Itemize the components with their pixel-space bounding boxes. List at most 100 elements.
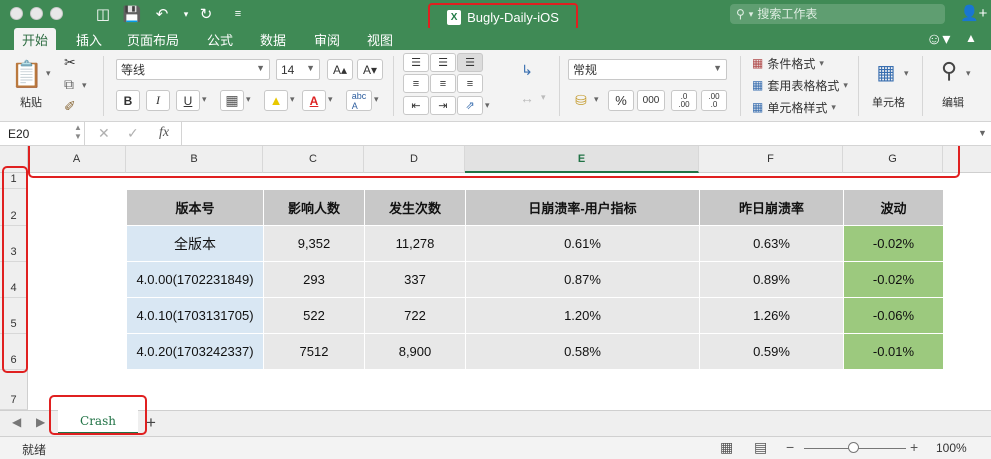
tab-formulas[interactable]: 公式 xyxy=(199,28,241,50)
cell-daily-crash-rate[interactable]: 1.20% xyxy=(465,297,700,334)
cell-yesterday-crash-rate[interactable]: 0.63% xyxy=(699,225,844,262)
tab-page-layout[interactable]: 页面布局 xyxy=(119,28,187,50)
cell-occurrences[interactable]: 8,900 xyxy=(364,333,466,370)
search-dropdown-icon[interactable]: ▾ xyxy=(749,9,754,20)
align-right-icon[interactable]: ≡ xyxy=(457,74,483,93)
zoom-slider-handle[interactable] xyxy=(848,442,859,453)
zoom-in-icon[interactable]: + xyxy=(910,439,918,455)
cells-dropdown-icon[interactable]: ▾ xyxy=(904,68,909,79)
text-orientation-icon[interactable]: ⇗ xyxy=(457,96,483,115)
cell-affected-users[interactable]: 9,352 xyxy=(263,225,365,262)
close-window-button[interactable] xyxy=(10,7,23,20)
cell-affected-users[interactable]: 7512 xyxy=(263,333,365,370)
search-sheet[interactable]: ⚲ ▾ xyxy=(730,4,945,24)
header-occurrences[interactable]: 发生次数 xyxy=(364,189,466,226)
font-color-dropdown-icon[interactable]: ▾ xyxy=(328,94,333,105)
cell-version[interactable]: 4.0.10(1703131705) xyxy=(126,297,264,334)
align-bottom-icon[interactable]: ☰ xyxy=(457,53,483,72)
save-icon[interactable]: 💾 xyxy=(122,4,142,24)
phonetic-dropdown-icon[interactable]: ▾ xyxy=(374,94,379,105)
merge-center-icon[interactable]: ↔ xyxy=(514,88,540,108)
shrink-font-button[interactable]: A▾ xyxy=(357,59,383,80)
fill-color-dropdown-icon[interactable]: ▾ xyxy=(290,94,295,105)
add-sheet-icon[interactable]: + xyxy=(146,413,156,433)
expand-formula-icon[interactable]: ▼ xyxy=(978,128,987,138)
increase-indent-icon[interactable]: ⇥ xyxy=(430,96,456,115)
cell-occurrences[interactable]: 11,278 xyxy=(364,225,466,262)
header-yesterday-crash-rate[interactable]: 昨日崩溃率 xyxy=(699,189,844,226)
accounting-dropdown-icon[interactable]: ▾ xyxy=(594,94,599,105)
feedback-smiley-icon[interactable]: ☺▾ xyxy=(926,29,950,49)
percent-style-button[interactable]: % xyxy=(608,90,634,111)
cell-fluctuation[interactable]: -0.02% xyxy=(843,261,944,298)
orientation-dropdown-icon[interactable]: ▾ xyxy=(485,100,490,111)
wrap-text-icon[interactable]: ↳ xyxy=(514,60,540,80)
cut-icon[interactable]: ✂ xyxy=(64,54,76,71)
sidebar-toggle-icon[interactable]: ◫ xyxy=(93,4,113,24)
confirm-entry-icon[interactable]: ✓ xyxy=(127,125,139,142)
borders-icon[interactable]: ▦ xyxy=(220,90,244,111)
tab-view[interactable]: 视图 xyxy=(359,28,401,50)
header-daily-crash-rate[interactable]: 日崩溃率-用户指标 xyxy=(465,189,700,226)
fill-color-icon[interactable]: ▲ xyxy=(264,90,288,111)
worksheet-grid[interactable]: A B C D E F G 1 2 3 4 5 6 7 版本号 影响人数 发生次… xyxy=(0,146,991,410)
underline-button[interactable]: U xyxy=(176,90,200,111)
header-fluctuation[interactable]: 波动 xyxy=(843,189,944,226)
name-box[interactable]: E20 ▲ ▼ xyxy=(0,122,85,146)
share-user-icon[interactable]: 👤+ xyxy=(960,4,987,22)
font-name-select[interactable]: 等线 ▼ xyxy=(116,59,270,80)
font-size-select[interactable]: 14 ▼ xyxy=(276,59,320,80)
collapse-ribbon-icon[interactable]: ▲ xyxy=(965,31,977,45)
cell-yesterday-crash-rate[interactable]: 1.26% xyxy=(699,297,844,334)
prev-sheet-icon[interactable]: ◀ xyxy=(12,415,21,429)
font-color-icon[interactable]: A xyxy=(302,90,326,111)
comma-style-button[interactable]: 000 xyxy=(637,90,665,111)
italic-button[interactable]: I xyxy=(146,90,170,111)
cell-styles-button[interactable]: ▦ 单元格样式 ▾ xyxy=(752,99,836,115)
tab-data[interactable]: 数据 xyxy=(252,28,294,50)
cell-daily-crash-rate[interactable]: 0.87% xyxy=(465,261,700,298)
cell-yesterday-crash-rate[interactable]: 0.59% xyxy=(699,333,844,370)
cell-yesterday-crash-rate[interactable]: 0.89% xyxy=(699,261,844,298)
page-layout-view-icon[interactable]: ▤ xyxy=(754,439,767,456)
bold-button[interactable]: B xyxy=(116,90,140,111)
cell-daily-crash-rate[interactable]: 0.61% xyxy=(465,225,700,262)
zoom-window-button[interactable] xyxy=(50,7,63,20)
tab-home[interactable]: 开始 xyxy=(14,28,57,50)
formula-input[interactable] xyxy=(181,122,976,146)
conditional-format-button[interactable]: ▦ 条件格式 ▾ xyxy=(752,55,824,71)
normal-view-icon[interactable]: ▦ xyxy=(720,439,733,456)
next-sheet-icon[interactable]: ▶ xyxy=(36,415,45,429)
underline-dropdown-icon[interactable]: ▾ xyxy=(202,94,207,105)
find-search-icon[interactable]: ⚲ xyxy=(934,56,964,86)
copy-dropdown-icon[interactable]: ▾ xyxy=(82,80,87,91)
cells-icon[interactable]: ▦ xyxy=(870,58,902,86)
cell-daily-crash-rate[interactable]: 0.58% xyxy=(465,333,700,370)
cell-fluctuation[interactable]: -0.01% xyxy=(843,333,944,370)
header-affected-users[interactable]: 影响人数 xyxy=(263,189,365,226)
zoom-level[interactable]: 100% xyxy=(936,441,967,455)
cell-fluctuation[interactable]: -0.02% xyxy=(843,225,944,262)
align-top-icon[interactable]: ☰ xyxy=(403,53,429,72)
minimize-window-button[interactable] xyxy=(30,7,43,20)
decrease-indent-icon[interactable]: ⇤ xyxy=(403,96,429,115)
cell-affected-users[interactable]: 522 xyxy=(263,297,365,334)
cell-fluctuation[interactable]: -0.06% xyxy=(843,297,944,334)
redo-icon[interactable]: ↻ xyxy=(196,4,216,24)
header-version[interactable]: 版本号 xyxy=(126,189,264,226)
zoom-out-icon[interactable]: − xyxy=(786,439,794,455)
undo-icon[interactable]: ↶ xyxy=(152,4,172,24)
format-painter-icon[interactable]: ✐ xyxy=(64,98,76,115)
accounting-format-icon[interactable]: ⛁ xyxy=(568,90,594,111)
row-header-7[interactable]: 7 xyxy=(0,370,28,410)
cell-occurrences[interactable]: 722 xyxy=(364,297,466,334)
insert-function-icon[interactable]: fx xyxy=(159,125,169,141)
tab-review[interactable]: 审阅 xyxy=(306,28,348,50)
number-format-select[interactable]: 常规 ▼ xyxy=(568,59,727,80)
format-as-table-button[interactable]: ▦ 套用表格格式 ▾ xyxy=(752,77,848,93)
align-middle-icon[interactable]: ☰ xyxy=(430,53,456,72)
customize-toolbar-icon[interactable]: ≡ xyxy=(228,4,248,24)
paste-dropdown-icon[interactable]: ▾ xyxy=(46,68,51,79)
decrease-decimal-button[interactable]: .00 .0 xyxy=(701,90,727,111)
cell-occurrences[interactable]: 337 xyxy=(364,261,466,298)
